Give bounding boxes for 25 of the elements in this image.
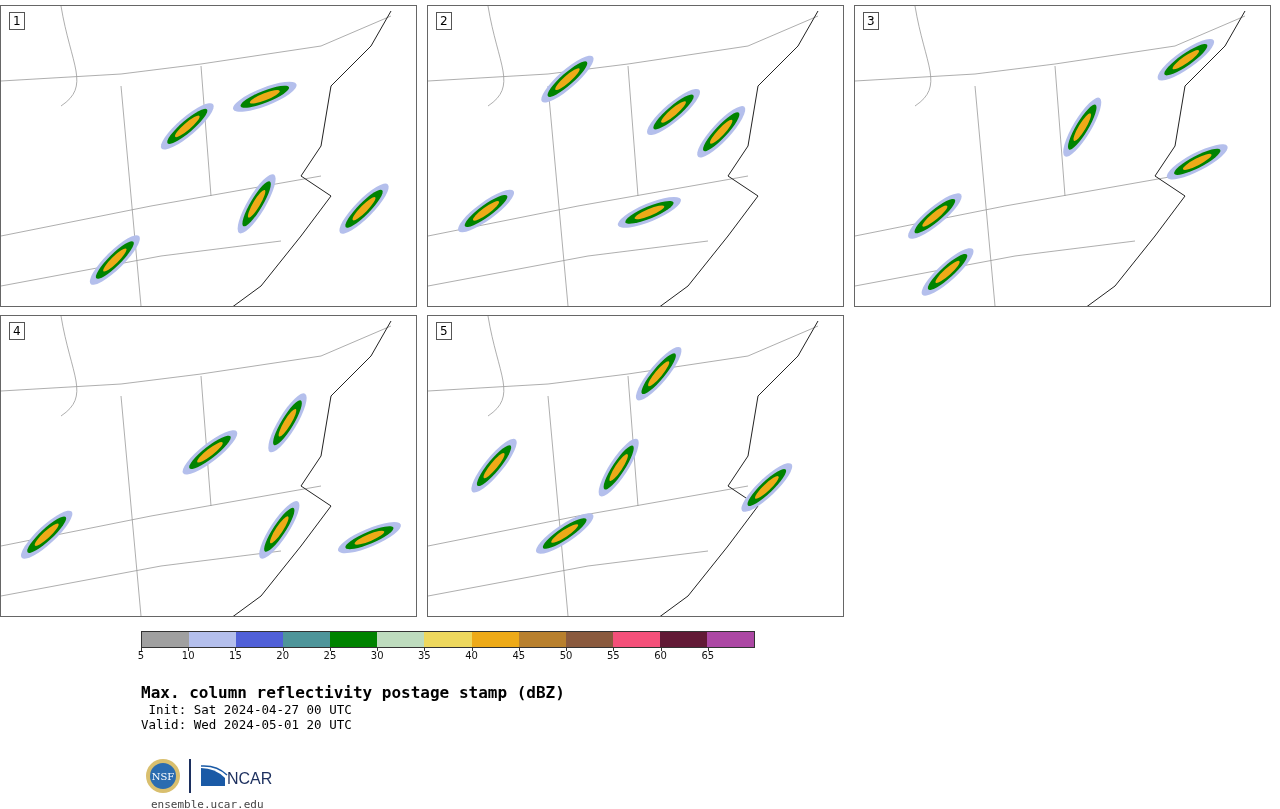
scale-tick-label: 15 bbox=[229, 650, 242, 661]
scale-tick-label: 40 bbox=[465, 650, 478, 661]
site-url: ensemble.ucar.edu bbox=[150, 798, 265, 809]
scale-tick-label: 10 bbox=[181, 650, 195, 661]
scale-tick-label: 60 bbox=[654, 650, 667, 661]
panel-number: 5 bbox=[436, 322, 452, 340]
scale-tick-label: 20 bbox=[276, 650, 290, 661]
ncar-logo: NCAR bbox=[199, 764, 281, 788]
scale-tick-label: 25 bbox=[323, 650, 337, 661]
scale-tick-label: 55 bbox=[606, 650, 620, 661]
panel-number: 4 bbox=[9, 322, 25, 340]
valid-time: Valid: Wed 2024-05-01 20 UTC bbox=[141, 717, 353, 732]
scale-tick-label: 35 bbox=[418, 650, 431, 661]
logo-divider bbox=[189, 759, 191, 793]
panel-number: 2 bbox=[436, 12, 452, 30]
scale-tick-label: 45 bbox=[512, 650, 526, 661]
scale-tick-label: 65 bbox=[701, 650, 715, 661]
seal-logo: NSF bbox=[145, 758, 181, 794]
scale-tick-label: 30 bbox=[370, 650, 384, 661]
panel-number: 3 bbox=[863, 12, 879, 30]
scale-tick-label: 50 bbox=[559, 650, 573, 661]
scale-tick-label: 5 bbox=[137, 650, 145, 661]
init-time: Init: Sat 2024-04-27 00 UTC bbox=[147, 702, 353, 717]
panel-number: 1 bbox=[9, 12, 25, 30]
chart-title: Max. column reflectivity postage stamp (dBZ) bbox=[141, 684, 566, 702]
